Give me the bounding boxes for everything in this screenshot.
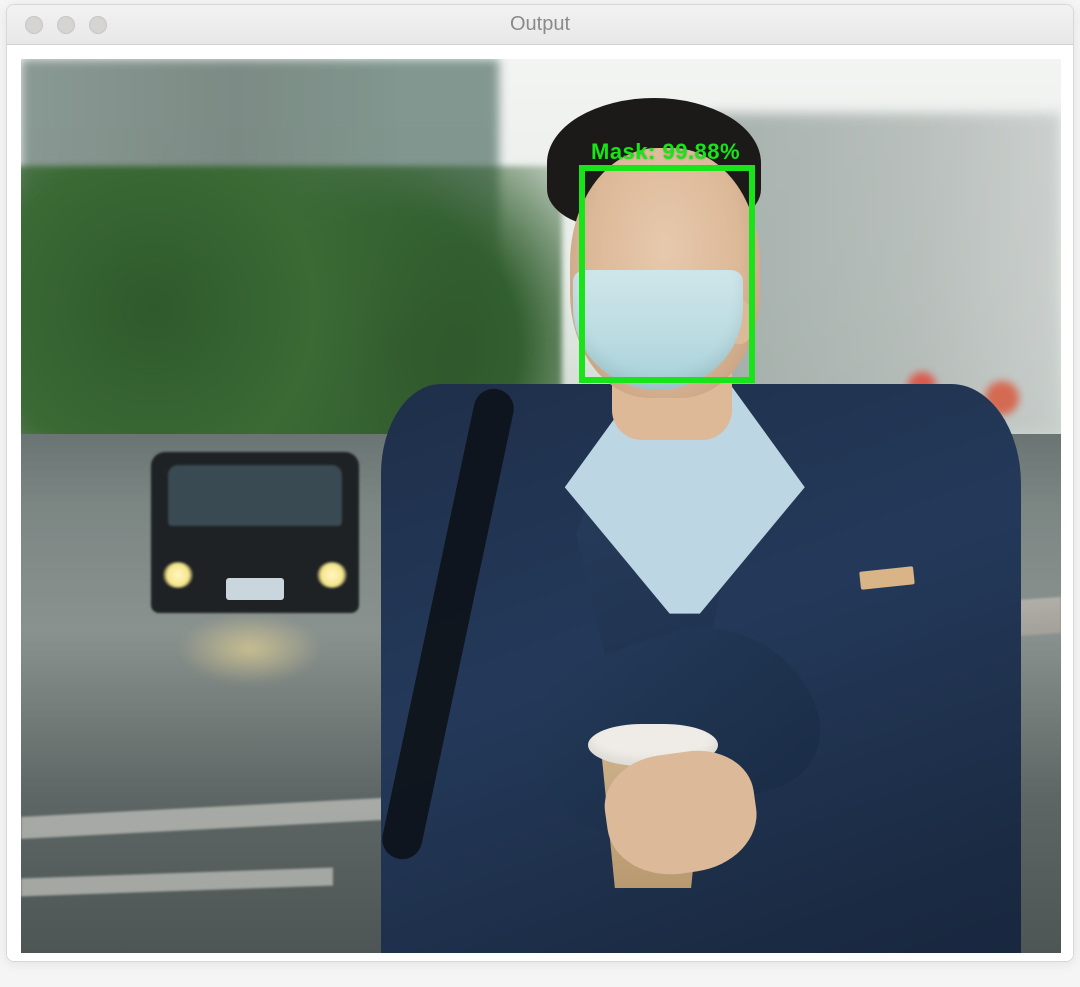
app-window: Output [6, 4, 1074, 962]
minimize-icon[interactable] [57, 16, 75, 34]
detection-label: Mask: 99.88% [591, 139, 740, 165]
scene-vehicle [151, 452, 359, 613]
window-content: Mask: 99.88% [7, 45, 1073, 961]
window-controls [25, 16, 107, 34]
window-titlebar[interactable]: Output [7, 5, 1073, 45]
vehicle-plate [226, 578, 284, 601]
vehicle-reflection [177, 613, 323, 685]
vehicle-headlight [163, 562, 192, 588]
scene-illustration [21, 59, 1061, 953]
output-image: Mask: 99.88% [21, 59, 1061, 953]
vehicle-headlight [317, 562, 346, 588]
zoom-icon[interactable] [89, 16, 107, 34]
window-title: Output [510, 13, 570, 36]
close-icon[interactable] [25, 16, 43, 34]
detection-bounding-box [579, 165, 755, 383]
vehicle-windshield [168, 465, 343, 526]
